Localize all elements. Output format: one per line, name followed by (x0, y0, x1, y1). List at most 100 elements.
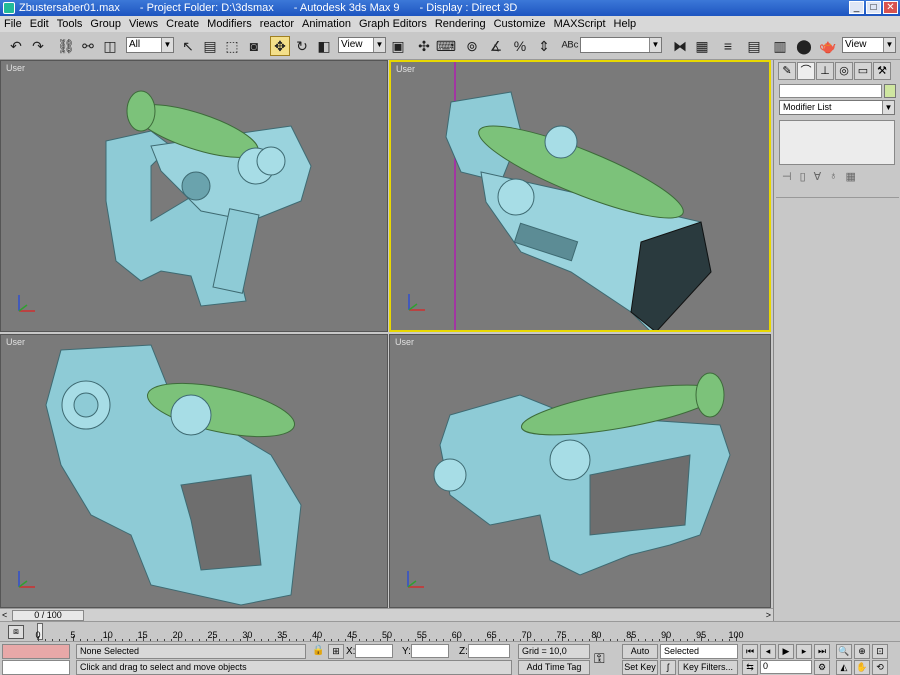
snaps-toggle-icon[interactable]: ⊚ (462, 36, 482, 56)
select-link-icon[interactable]: ⛓ (56, 36, 76, 56)
selection-filter-dropdown[interactable]: All ▼ (126, 37, 174, 53)
key-filters-button[interactable]: Key Filters... (678, 660, 738, 675)
menu-modifiers[interactable]: Modifiers (203, 18, 256, 30)
material-editor-icon[interactable]: ⬤ (794, 36, 814, 56)
layer-manager-icon[interactable]: ≡ (718, 36, 738, 56)
menu-maxscript[interactable]: MAXScript (550, 18, 610, 30)
modifier-stack[interactable] (779, 120, 895, 165)
menu-help[interactable]: Help (610, 18, 641, 30)
spinner-snap-icon[interactable]: ⇕ (534, 36, 554, 56)
play-icon[interactable]: ▶ (778, 644, 794, 659)
show-end-result-icon[interactable]: ▯ (800, 170, 806, 183)
select-rotate-icon[interactable]: ↻ (292, 36, 312, 56)
window-crossing-icon[interactable]: ◙ (244, 36, 264, 56)
motion-tab-icon[interactable]: ◎ (835, 62, 853, 80)
x-coordinate-field[interactable] (355, 644, 393, 658)
previous-frame-icon[interactable]: ◂ (760, 644, 776, 659)
key-mode-toggle-icon[interactable]: ⇆ (742, 660, 758, 675)
time-slider-thumb[interactable]: 0 / 100 (12, 610, 84, 621)
zoom-all-icon[interactable]: ⊕ (854, 644, 870, 659)
modifier-list-dropdown[interactable]: Modifier List ▼ (779, 100, 895, 115)
menu-reactor[interactable]: reactor (256, 18, 298, 30)
go-to-end-icon[interactable]: ⏭ (814, 644, 830, 659)
align-icon[interactable]: ▦ (692, 36, 712, 56)
ref-coord-dropdown[interactable]: View ▼ (338, 37, 386, 53)
render-scene-icon[interactable]: 🫖 (818, 36, 838, 56)
select-object-icon[interactable]: ↖ (178, 36, 198, 56)
time-slider[interactable]: < 0 / 100 > (0, 608, 773, 621)
menu-file[interactable]: File (0, 18, 26, 30)
next-frame-icon[interactable]: ▸ (796, 644, 812, 659)
edit-named-sets-icon[interactable]: ᴬᴮᶜ (560, 36, 580, 56)
set-key-button[interactable]: Set Key (622, 660, 658, 675)
viewport-top-left[interactable]: User (0, 60, 388, 332)
menu-views[interactable]: Views (125, 18, 162, 30)
frame-ruler[interactable]: 0 5 10 15 20 25 30 35 40 45 50 55 60 65 70 75 80 85 90 95 10… (34, 622, 744, 642)
mini-curve-editor-icon[interactable]: ⧈ (8, 625, 24, 639)
time-configuration-icon[interactable]: ⚙ (814, 660, 830, 675)
select-scale-icon[interactable]: ◧ (314, 36, 334, 56)
select-manipulate-icon[interactable]: ✣ (414, 36, 434, 56)
blaster-model[interactable] (1, 335, 388, 608)
unlink-icon[interactable]: ⚯ (78, 36, 98, 56)
select-move-icon[interactable]: ✥ (270, 36, 290, 56)
named-selection-dropdown[interactable]: ▼ (580, 37, 662, 53)
menu-group[interactable]: Group (86, 18, 125, 30)
viewport-bottom-right[interactable]: User (389, 334, 771, 608)
current-frame-field[interactable]: 0 (760, 660, 812, 674)
pivot-center-icon[interactable]: ▣ (388, 36, 408, 56)
schematic-view-icon[interactable]: ▥ (770, 36, 790, 56)
configure-sets-icon[interactable]: ▦ (845, 170, 855, 183)
menu-graph-editors[interactable]: Graph Editors (355, 18, 431, 30)
angle-snap-icon[interactable]: ∡ (486, 36, 506, 56)
key-mode-dropdown[interactable]: Selected (660, 644, 738, 659)
menu-tools[interactable]: Tools (53, 18, 87, 30)
close-button[interactable]: ✕ (883, 1, 898, 14)
zoom-icon[interactable]: 🔍 (836, 644, 852, 659)
lock-selection-icon[interactable]: 🔒 (312, 645, 324, 656)
maxscript-listener-output[interactable] (2, 644, 70, 659)
object-color-swatch[interactable] (884, 84, 896, 98)
y-coordinate-field[interactable] (411, 644, 449, 658)
auto-key-button[interactable]: Auto Key (622, 644, 658, 669)
zoom-extents-icon[interactable]: ⊡ (872, 644, 888, 659)
menu-customize[interactable]: Customize (490, 18, 550, 30)
redo-icon[interactable]: ↷ (28, 36, 48, 56)
rect-selection-icon[interactable]: ⬚ (222, 36, 242, 56)
display-tab-icon[interactable]: ▭ (854, 62, 872, 80)
maximize-button[interactable]: □ (866, 1, 881, 14)
maxscript-listener-input[interactable] (2, 660, 70, 675)
object-name-field[interactable] (779, 84, 882, 98)
prev-frame-arrow-icon[interactable]: < (2, 610, 7, 620)
arc-rotate-icon[interactable]: ⟲ (872, 660, 888, 675)
viewport-bottom-left[interactable]: User (0, 334, 388, 608)
undo-icon[interactable]: ↶ (6, 36, 26, 56)
menu-edit[interactable]: Edit (26, 18, 53, 30)
track-bar[interactable]: ⧈ 0 5 10 15 20 25 30 35 40 45 50 55 60 65 70 75 80 85 90 95… (0, 621, 900, 642)
go-to-start-icon[interactable]: ⏮ (742, 644, 758, 659)
absolute-mode-icon[interactable]: ⊞ (328, 644, 344, 659)
next-frame-arrow-icon[interactable]: > (766, 610, 771, 620)
menu-animation[interactable]: Animation (298, 18, 355, 30)
blaster-model[interactable] (390, 335, 771, 608)
z-coordinate-field[interactable] (468, 644, 510, 658)
app-icon[interactable] (3, 2, 15, 14)
modify-tab-icon[interactable]: ⌒ (797, 62, 815, 80)
bind-spacewarp-icon[interactable]: ◫ (100, 36, 120, 56)
menu-rendering[interactable]: Rendering (431, 18, 490, 30)
blaster-model[interactable] (391, 62, 771, 332)
pin-stack-icon[interactable]: ⊣ (782, 170, 792, 183)
blaster-model[interactable] (1, 61, 388, 332)
keyboard-shortcut-icon[interactable]: ⌨ (436, 36, 456, 56)
viewport-top-right[interactable]: User (389, 60, 771, 332)
add-time-tag-button[interactable]: Add Time Tag (518, 660, 590, 675)
curve-editor-icon[interactable]: ▤ (744, 36, 764, 56)
render-type-dropdown[interactable]: View ▼ (842, 37, 896, 53)
utilities-tab-icon[interactable]: ⚒ (873, 62, 891, 80)
remove-modifier-icon[interactable]: ♁ (829, 170, 837, 183)
field-of-view-icon[interactable]: ◭ (836, 660, 852, 675)
create-tab-icon[interactable]: ✎ (778, 62, 796, 80)
hierarchy-tab-icon[interactable]: ⊥ (816, 62, 834, 80)
pan-icon[interactable]: ✋ (854, 660, 870, 675)
default-in-out-tangents-icon[interactable]: ʃ (660, 660, 676, 675)
